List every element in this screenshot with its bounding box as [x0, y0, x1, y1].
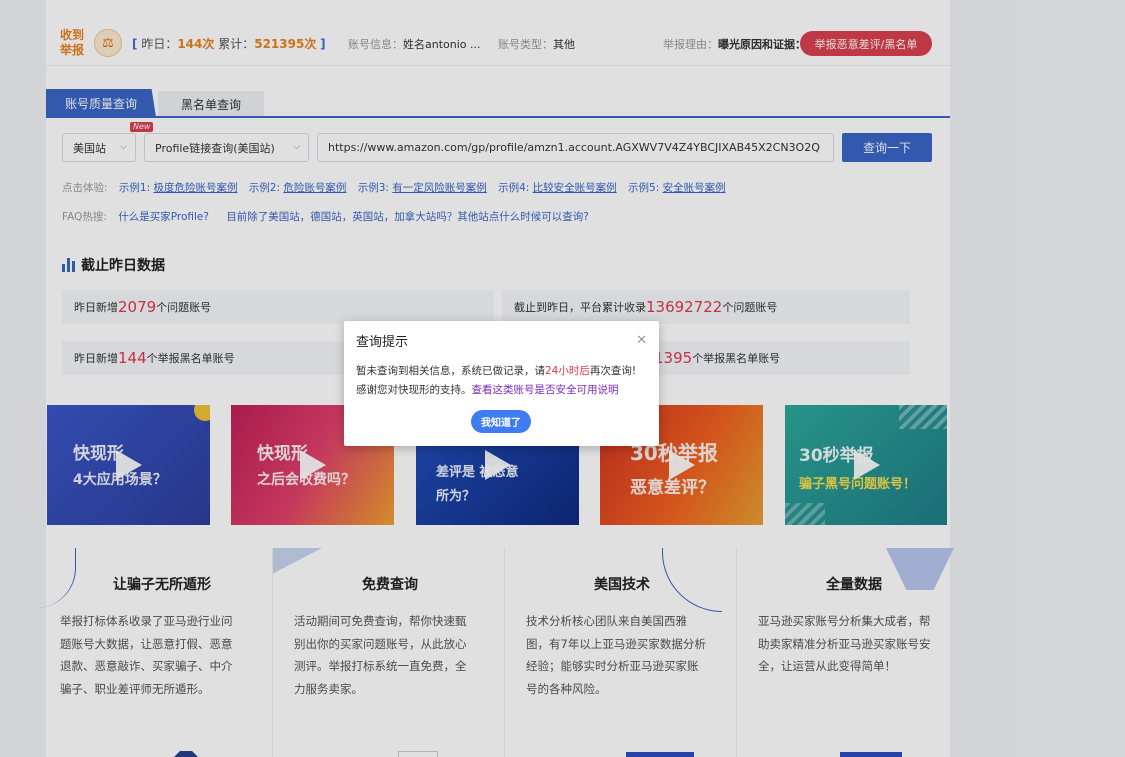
got-it-button[interactable]: 我知道了: [471, 410, 531, 433]
safety-explanation-link[interactable]: 查看这类账号是否安全可用说明: [472, 384, 619, 396]
dialog-message: 暂未查询到相关信息，系统已做记录，请24小时后再次查询!: [356, 365, 637, 377]
dialog-thanks: 感谢您对快现形的支持。查看这类账号是否安全可用说明: [356, 384, 619, 396]
close-icon[interactable]: ✕: [636, 333, 647, 348]
dialog-title: 查询提示: [356, 335, 409, 350]
query-tip-dialog: 查询提示 ✕ 暂未查询到相关信息，系统已做记录，请24小时后再次查询! 感谢您对…: [344, 321, 659, 446]
